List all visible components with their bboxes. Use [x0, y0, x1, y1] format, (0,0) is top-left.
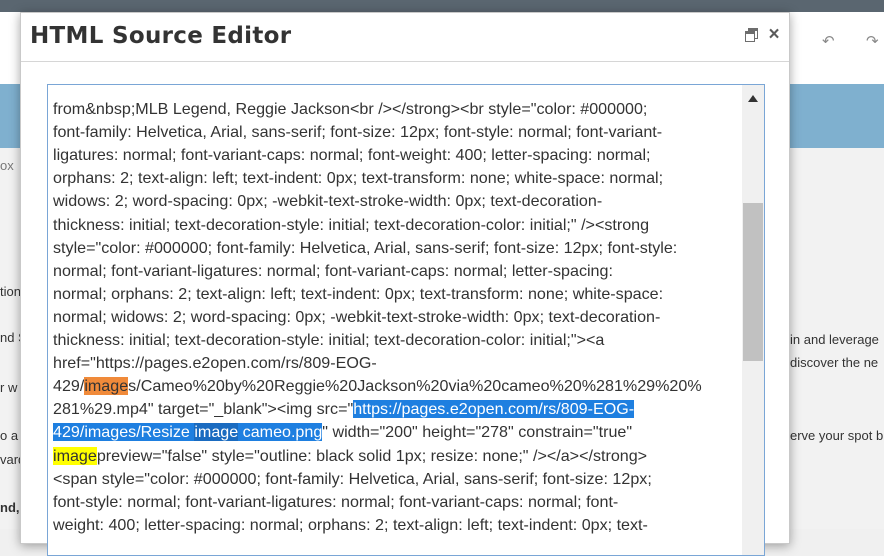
- code-text: 429/: [53, 377, 85, 396]
- code-line: from&nbsp;MLB Legend, Reggie Jackson<br …: [53, 100, 648, 119]
- code-line: ligatures: normal; font-variant-caps: no…: [53, 146, 651, 165]
- background-top-bar: [0, 0, 884, 12]
- text-selection: 429/images/Resize: [53, 423, 195, 442]
- code-line: 281%29.mp4" target="_blank"><img src="ht…: [53, 398, 737, 421]
- code-line: weight: 400; letter-spacing: normal; orp…: [53, 515, 648, 534]
- search-match: image: [53, 446, 97, 465]
- search-match-in-selection: image: [194, 423, 239, 442]
- code-line: thickness: initial; text-decoration-styl…: [53, 331, 605, 350]
- code-line: 429/images/Cameo%20by%20Reggie%20Jackson…: [53, 375, 737, 398]
- background-text-fragment: nd,: [0, 500, 20, 515]
- scrollbar-thumb[interactable]: [743, 203, 763, 361]
- code-line: thickness: initial; text-decoration-styl…: [53, 215, 650, 234]
- background-text-fragment: ox: [0, 158, 14, 173]
- background-text-fragment: tion: [0, 284, 21, 299]
- code-line: font-style: normal; font-variant-ligatur…: [53, 492, 619, 511]
- redo-icon: ↷: [866, 33, 879, 50]
- dialog-header: HTML Source Editor ×: [21, 13, 789, 62]
- background-text-fragment: o a: [0, 428, 19, 443]
- code-line: normal; widows: 2; word-spacing: 0px; -w…: [53, 307, 661, 326]
- code-line: normal; orphans: 2; text-align: left; te…: [53, 284, 664, 303]
- code-text: " width="200" height="278" constrain="tr…: [322, 423, 633, 442]
- background-text-fragment: r w: [0, 380, 18, 395]
- close-button[interactable]: ×: [765, 24, 783, 45]
- code-line: font-family: Helvetica, Arial, sans-seri…: [53, 123, 663, 142]
- text-selection: https://pages.e2open.com/rs/809-EOG-: [353, 400, 635, 419]
- source-code-textarea[interactable]: from&nbsp;MLB Legend, Reggie Jackson<br …: [47, 84, 765, 556]
- code-line: style="color: #000000; font-family: Helv…: [53, 238, 678, 257]
- source-code-content[interactable]: from&nbsp;MLB Legend, Reggie Jackson<br …: [53, 85, 737, 537]
- html-source-editor-dialog: HTML Source Editor × from&nbsp;MLB Legen…: [20, 12, 790, 556]
- scroll-up-arrow-icon[interactable]: [748, 95, 758, 102]
- code-line: widows: 2; word-spacing: 0px; -webkit-te…: [53, 192, 603, 211]
- code-line: imagepreview="false" style="outline: bla…: [53, 445, 737, 468]
- code-line: 429/images/Resize image cameo.png" width…: [53, 421, 737, 444]
- text-selection: cameo.png: [238, 423, 323, 442]
- background-text-fragment: discover the ne: [790, 355, 879, 370]
- restore-window-button[interactable]: [743, 26, 761, 44]
- code-line: <span style="color: #000000; font-family…: [53, 469, 652, 488]
- search-match-current: image: [84, 377, 129, 396]
- code-line: normal; font-variant-ligatures: normal; …: [53, 261, 613, 280]
- code-text: s/Cameo%20by%20Reggie%20Jackson%20via%20…: [128, 377, 702, 396]
- code-text: preview="false" style="outline: black so…: [96, 446, 648, 465]
- dialog-title: HTML Source Editor: [30, 23, 292, 49]
- vertical-scrollbar[interactable]: [742, 85, 764, 555]
- code-text: 281%29.mp4" target="_blank"><img src=": [53, 400, 354, 419]
- background-text-fragment: in and leverage: [790, 332, 879, 347]
- background-text-fragment: erve your spot b: [790, 428, 884, 443]
- code-line: href="https://pages.e2open.com/rs/809-EO…: [53, 354, 377, 373]
- close-icon: ×: [768, 24, 780, 45]
- undo-icon: ↶: [822, 33, 835, 50]
- code-line: orphans: 2; text-align: left; text-inden…: [53, 169, 664, 188]
